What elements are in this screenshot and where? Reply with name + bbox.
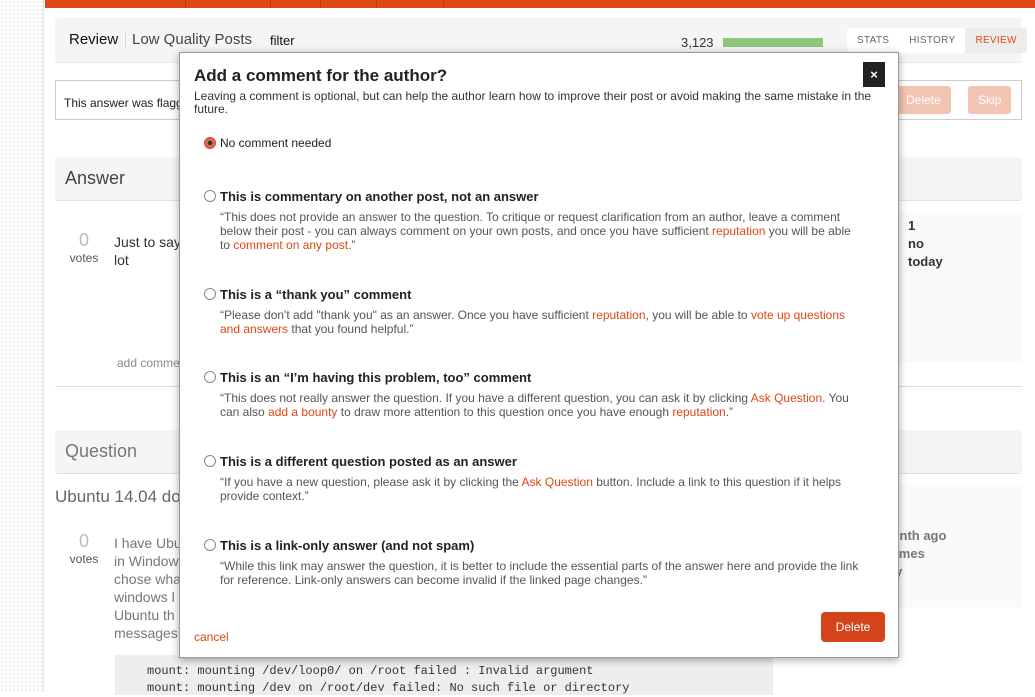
skip-button[interactable]: Skip xyxy=(968,86,1012,114)
radio-button[interactable] xyxy=(204,371,216,383)
flag-text: This answer was flagg xyxy=(64,96,183,110)
radio-button[interactable] xyxy=(204,455,216,467)
radio-button[interactable] xyxy=(204,539,216,551)
queue-title[interactable]: Low Quality Posts xyxy=(132,31,252,48)
delete-button-bg[interactable]: Delete xyxy=(896,86,951,114)
radio-button[interactable] xyxy=(204,190,216,202)
votes-label: votes xyxy=(69,552,99,566)
option-label[interactable]: This is a “thank you” comment xyxy=(220,287,411,302)
cancel-link[interactable]: cancel xyxy=(194,630,229,644)
option-description: “While this link may answer the question… xyxy=(220,559,860,587)
tab-stats[interactable]: STATS xyxy=(847,28,899,53)
review-count: 3,123 xyxy=(681,35,714,50)
vote-count: 0 xyxy=(78,531,89,551)
answer-body: Just to say lot xyxy=(114,234,181,268)
answer-heading-text: Answer xyxy=(65,168,126,188)
description-text: .” xyxy=(348,238,356,252)
description-text: that you found helpful.” xyxy=(288,322,414,336)
delete-button[interactable]: Delete xyxy=(821,612,885,642)
radio-button[interactable] xyxy=(204,137,216,149)
question-votes: 0 votes xyxy=(64,531,104,566)
votes-label: votes xyxy=(69,251,99,265)
dialog-intro: Leaving a comment is optional, but can h… xyxy=(194,89,872,116)
review-link[interactable]: Review xyxy=(69,31,118,48)
answer-votes: 0 votes xyxy=(64,230,104,265)
description-text: “While this link may answer the question… xyxy=(220,559,859,587)
description-text: “Please don't add "thank you" as an answ… xyxy=(220,308,593,322)
vote-count: 0 xyxy=(78,230,89,250)
question-body: I have Ubu in Window chose wha windows l Ubu… xyxy=(114,535,182,641)
radio-button[interactable] xyxy=(204,288,216,300)
page-margin xyxy=(0,0,44,692)
description-text: “If you have a new question, please ask … xyxy=(220,475,522,489)
description-text: to draw more attention to this question … xyxy=(337,405,673,419)
question-heading-text: Question xyxy=(65,441,138,461)
question-title[interactable]: Ubuntu 14.04 doe xyxy=(55,488,190,506)
comment-dialog: Add a comment for the author? × Leaving … xyxy=(179,52,899,658)
code-block: mount: mounting /dev/loop0/ on /root fai… xyxy=(115,655,773,695)
tab-history[interactable]: HISTORY xyxy=(899,28,965,53)
option-label[interactable]: This is a link-only answer (and not spam… xyxy=(220,538,474,553)
option-label[interactable]: This is an “I’m having this problem, too… xyxy=(220,370,531,385)
option-label[interactable]: This is commentary on another post, not … xyxy=(220,189,539,204)
help-link[interactable]: Ask Question xyxy=(522,475,593,489)
option-label[interactable]: This is a different question posted as a… xyxy=(220,454,517,469)
help-link[interactable]: comment on any post xyxy=(233,238,348,252)
option-description: “If you have a new question, please ask … xyxy=(220,475,860,503)
tab-review[interactable]: REVIEW xyxy=(965,28,1027,53)
help-link[interactable]: reputation xyxy=(672,405,725,419)
help-link[interactable]: reputation xyxy=(712,224,765,238)
help-link[interactable]: reputation xyxy=(592,308,645,322)
help-link[interactable]: add a bounty xyxy=(268,405,337,419)
filter-link[interactable]: filter xyxy=(270,33,295,48)
close-icon[interactable]: × xyxy=(863,62,885,87)
option-description: “This does not provide an answer to the … xyxy=(220,210,860,252)
review-progress-bar xyxy=(723,38,823,47)
review-tabs: STATS HISTORY REVIEW xyxy=(847,28,1027,53)
dialog-title: Add a comment for the author? xyxy=(194,66,448,85)
option-description: “Please don't add "thank you" as an answ… xyxy=(220,308,860,336)
top-nav-bar xyxy=(45,0,1035,8)
description-text: , you will be able to xyxy=(645,308,751,322)
option-description: “This does not really answer the questio… xyxy=(220,391,860,419)
option-label[interactable]: No comment needed xyxy=(220,136,331,150)
divider xyxy=(125,31,126,48)
answer-stats-values: 1 no today xyxy=(908,218,943,269)
description-text: “This does not really answer the questio… xyxy=(220,391,751,405)
help-link[interactable]: Ask Question xyxy=(751,391,822,405)
description-text: .” xyxy=(725,405,734,419)
add-comment-link[interactable]: add comme xyxy=(117,354,180,372)
